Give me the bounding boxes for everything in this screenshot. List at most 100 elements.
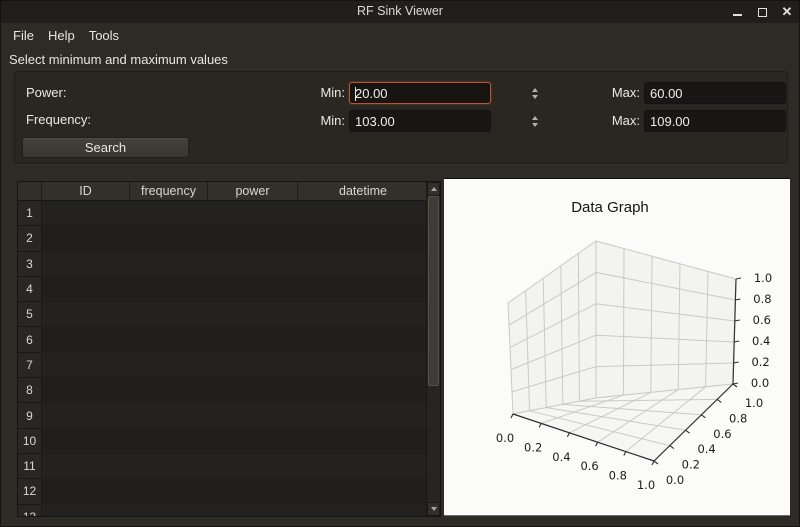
spin-down-icon: [532, 123, 538, 127]
row-header[interactable]: 5: [18, 302, 42, 327]
scroll-up-button[interactable]: [427, 182, 440, 196]
window-controls: ✕: [731, 1, 793, 23]
row-header[interactable]: 6: [18, 327, 42, 352]
filter-group-label: Select minimum and maximum values: [9, 52, 228, 67]
row-header[interactable]: 12: [18, 479, 42, 504]
maximize-button[interactable]: [756, 6, 768, 18]
svg-text:0.8: 0.8: [753, 292, 771, 306]
titlebar[interactable]: RF Sink Viewer ✕: [1, 1, 799, 23]
power-min-spinbox[interactable]: [349, 82, 491, 104]
table-row[interactable]: 3: [18, 252, 428, 277]
column-header-id[interactable]: ID: [42, 182, 130, 200]
row-cells: [42, 226, 428, 251]
svg-text:0.4: 0.4: [752, 334, 770, 348]
close-button[interactable]: ✕: [781, 6, 793, 18]
scroll-down-button[interactable]: [427, 502, 440, 516]
row-header[interactable]: 11: [18, 454, 42, 479]
table-row[interactable]: 9: [18, 403, 428, 428]
power-min-label: Min:: [315, 82, 345, 104]
scroll-down-icon: [431, 507, 437, 511]
svg-text:0.4: 0.4: [697, 442, 715, 456]
maximize-icon: [758, 8, 767, 17]
table-row[interactable]: 4: [18, 277, 428, 302]
row-cells: [42, 277, 428, 302]
frequency-min-spin-arrows[interactable]: [531, 111, 538, 131]
row-cells: [42, 302, 428, 327]
column-header-frequency[interactable]: frequency: [130, 182, 208, 200]
spin-up-icon: [532, 88, 538, 92]
3d-plot: 0.00.20.40.60.81.00.00.20.40.60.81.00.00…: [444, 179, 790, 517]
svg-text:0.2: 0.2: [682, 458, 700, 472]
table-row[interactable]: 2: [18, 226, 428, 251]
table-body: 12345678910111213: [18, 201, 428, 516]
table-row[interactable]: 11: [18, 454, 428, 479]
table-row[interactable]: 8: [18, 378, 428, 403]
table-row[interactable]: 7: [18, 353, 428, 378]
row-cells: [42, 403, 428, 428]
table-row[interactable]: 13: [18, 505, 428, 516]
row-header[interactable]: 9: [18, 403, 42, 428]
row-cells: [42, 454, 428, 479]
frequency-max-spinbox[interactable]: [644, 110, 786, 132]
window-title: RF Sink Viewer: [1, 4, 799, 18]
row-header[interactable]: 2: [18, 226, 42, 251]
corner-header-cell: [18, 182, 42, 200]
row-header[interactable]: 13: [18, 505, 42, 516]
row-cells: [42, 378, 428, 403]
row-cells: [42, 505, 428, 516]
frequency-label: Frequency:: [26, 112, 91, 127]
spin-down-icon: [532, 95, 538, 99]
table-scrollbar[interactable]: [426, 182, 440, 516]
minimize-button[interactable]: [731, 6, 743, 18]
svg-text:0.8: 0.8: [729, 411, 747, 425]
table-row[interactable]: 5: [18, 302, 428, 327]
minimize-icon: [733, 14, 742, 16]
power-max-spinbox[interactable]: [644, 82, 786, 104]
power-min-spin-arrows[interactable]: [531, 83, 538, 103]
column-header-power[interactable]: power: [208, 182, 298, 200]
power-min-input[interactable]: [350, 83, 531, 103]
svg-text:0.8: 0.8: [609, 469, 627, 483]
scrollbar-track[interactable]: [427, 196, 440, 502]
svg-text:0.0: 0.0: [666, 473, 684, 487]
table-row[interactable]: 1: [18, 201, 428, 226]
power-max-label: Max:: [610, 82, 640, 104]
frequency-min-label: Min:: [315, 110, 345, 132]
frequency-max-input[interactable]: [645, 111, 800, 131]
svg-text:0.2: 0.2: [524, 440, 542, 454]
scroll-up-icon: [431, 187, 437, 191]
row-header[interactable]: 3: [18, 252, 42, 277]
power-max-input[interactable]: [645, 83, 800, 103]
results-table: ID frequency power datetime 123456789101…: [17, 181, 441, 517]
menu-tools[interactable]: Tools: [89, 28, 119, 43]
row-cells: [42, 201, 428, 226]
table-row[interactable]: 10: [18, 429, 428, 454]
column-header-datetime[interactable]: datetime: [298, 182, 428, 200]
row-cells: [42, 252, 428, 277]
svg-text:0.6: 0.6: [753, 313, 771, 327]
scrollbar-thumb[interactable]: [428, 196, 439, 386]
text-caret: [355, 87, 356, 101]
row-header[interactable]: 1: [18, 201, 42, 226]
row-header[interactable]: 10: [18, 429, 42, 454]
table-row[interactable]: 12: [18, 479, 428, 504]
menu-file[interactable]: File: [13, 28, 34, 43]
frequency-min-spinbox[interactable]: [349, 110, 491, 132]
table-row[interactable]: 6: [18, 327, 428, 352]
row-header[interactable]: 4: [18, 277, 42, 302]
filter-groupbox: Power: Min: Max: Frequency: Min:: [14, 71, 788, 164]
svg-text:1.0: 1.0: [754, 271, 772, 285]
search-button[interactable]: Search: [22, 137, 189, 158]
frequency-min-input[interactable]: [350, 111, 531, 131]
svg-text:0.6: 0.6: [713, 427, 731, 441]
table-header: ID frequency power datetime: [18, 182, 428, 201]
row-header[interactable]: 7: [18, 353, 42, 378]
row-header[interactable]: 8: [18, 378, 42, 403]
svg-text:0.2: 0.2: [751, 355, 769, 369]
app-window: RF Sink Viewer ✕ File Help Tools Select …: [0, 0, 800, 527]
svg-text:0.0: 0.0: [751, 376, 769, 390]
svg-text:0.6: 0.6: [580, 459, 598, 473]
svg-text:1.0: 1.0: [745, 396, 763, 410]
menu-help[interactable]: Help: [48, 28, 75, 43]
graph-panel: Data Graph 0.00.20.40.60.81.00.00.20.40.…: [444, 178, 790, 516]
